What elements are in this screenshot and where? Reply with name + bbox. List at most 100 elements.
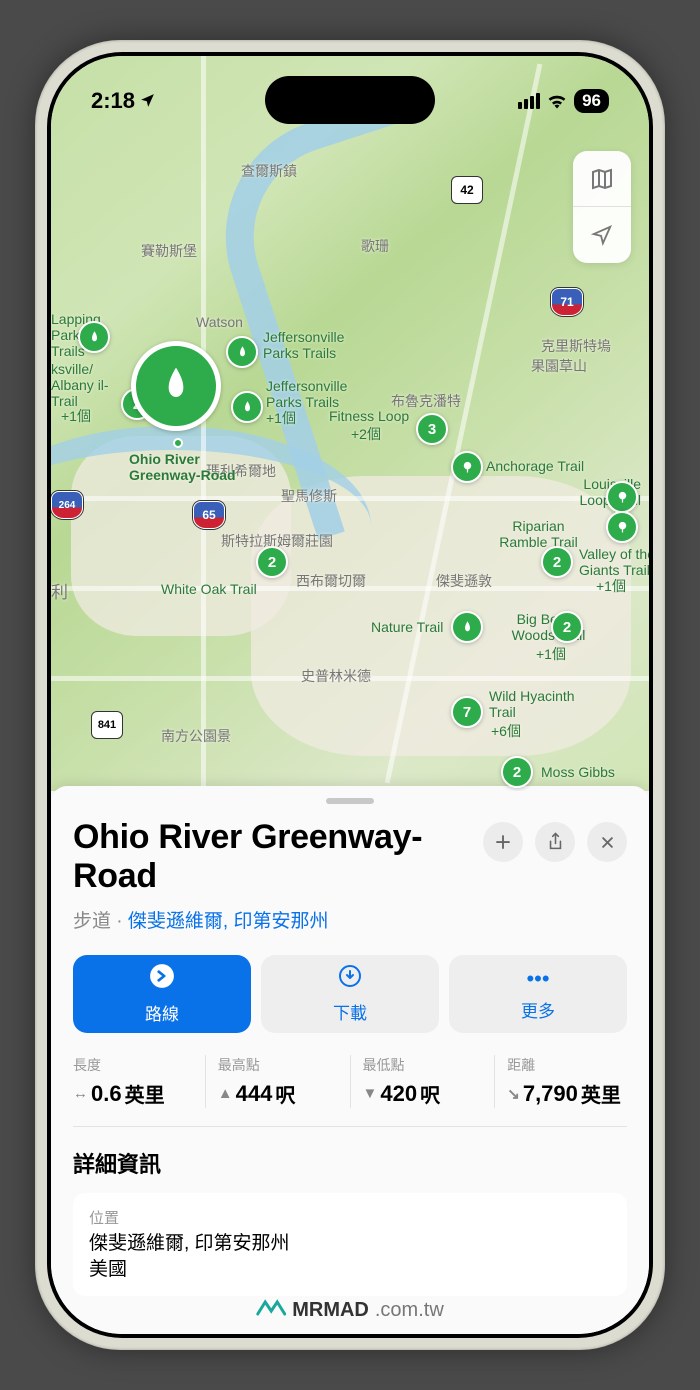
watermark: MRMAD.com.tw <box>256 1295 444 1326</box>
download-icon <box>338 964 362 994</box>
tree-icon <box>460 460 475 475</box>
trail-pin[interactable] <box>226 336 258 368</box>
stat-length: 長度 ↔0.6英里 <box>73 1055 206 1108</box>
trail-label-extra: +6個 <box>491 721 521 741</box>
dynamic-island <box>265 76 435 124</box>
map-place-label: 果園草山 <box>531 356 587 376</box>
stat-high: 最高點 ▲444呎 <box>206 1055 351 1108</box>
screen: 2:18 96 查爾斯鎮 賽勒斯堡 歌珊 Watson <box>51 56 649 1334</box>
map-place-label: 賽勒斯堡 <box>141 241 197 261</box>
map-place-label: 查爾斯鎮 <box>241 161 297 181</box>
map-controls <box>573 151 631 263</box>
map-place-label: 歌珊 <box>361 236 389 256</box>
trail-pin[interactable]: 7 <box>451 696 483 728</box>
share-icon <box>547 832 564 852</box>
trail-label-extra: +1個 <box>61 406 91 426</box>
trail-pin[interactable] <box>606 511 638 543</box>
trail-pin[interactable]: 2 <box>256 546 288 578</box>
trail-pin[interactable]: 2 <box>551 611 583 643</box>
close-icon <box>600 835 615 850</box>
trail-pin[interactable] <box>78 321 110 353</box>
map-place-label: 南方公園景 <box>161 726 231 746</box>
trail-icon <box>154 364 198 408</box>
trail-pin[interactable] <box>231 391 263 423</box>
map-place-label: 西布爾切爾 <box>296 571 366 591</box>
trail-label: ksville/ Albany il-Trail <box>51 361 121 409</box>
trail-label-extra: +1個 <box>596 576 626 596</box>
map-place-label: 傑斐遜敦 <box>436 571 492 591</box>
trail-icon <box>235 345 250 360</box>
trail-icon <box>240 400 255 415</box>
selected-trail-label: Ohio River Greenway-Road <box>129 451 249 483</box>
trail-pin[interactable]: 2 <box>541 546 573 578</box>
selected-location-dot <box>173 438 183 448</box>
location-arrow-icon <box>139 92 156 109</box>
trail-label: Anchorage Trail <box>486 458 584 474</box>
length-icon: ↔ <box>73 1085 88 1102</box>
trail-label: Jeffersonville Parks Trails <box>266 378 366 410</box>
more-button[interactable]: ••• 更多 <box>449 955 627 1033</box>
detail-card-location: 位置 傑斐遜維爾, 印第安那州 美國 <box>73 1193 627 1296</box>
plus-icon <box>494 833 512 851</box>
interstate-shield: 65 <box>193 501 225 529</box>
directions-button[interactable]: 路線 <box>73 955 251 1033</box>
tree-icon <box>615 490 630 505</box>
section-title: 詳細資訊 <box>73 1147 627 1179</box>
route-icon: ↘ <box>507 1085 520 1103</box>
trail-label-extra: +2個 <box>351 424 381 444</box>
trail-icon <box>460 620 475 635</box>
trail-label: Jeffersonville Parks Trails <box>263 329 363 361</box>
trail-pin[interactable] <box>606 481 638 513</box>
directions-icon <box>149 963 175 995</box>
trail-label: Nature Trail <box>371 619 443 635</box>
trail-label: Wild Hyacinth Trail <box>489 688 584 720</box>
map-place-label: 聖馬修斯 <box>281 486 337 506</box>
highway-shield: 841 <box>91 711 123 739</box>
trail-label: Fitness Loop <box>329 408 409 424</box>
trail-label-extra: +1個 <box>266 408 296 428</box>
battery-badge: 96 <box>574 89 609 113</box>
trail-label: Moss Gibbs <box>541 764 615 780</box>
trail-label: Riparian Ramble Trail <box>491 518 586 550</box>
add-button[interactable] <box>483 822 523 862</box>
wifi-icon <box>547 93 567 109</box>
signal-icon <box>518 93 540 109</box>
location-link[interactable]: 傑斐遜維爾, 印第安那州 <box>128 911 329 932</box>
locate-button[interactable] <box>573 207 631 263</box>
trail-pin[interactable]: 3 <box>416 413 448 445</box>
download-button[interactable]: 下載 <box>261 955 439 1033</box>
map-icon <box>590 167 614 191</box>
place-subtitle: 步道 · 傑斐遜維爾, 印第安那州 <box>73 906 627 933</box>
location-icon <box>591 224 613 246</box>
map-place-label: Watson <box>196 314 243 330</box>
place-title: Ohio River Greenway-Road <box>73 818 483 896</box>
trail-label-extra: +1個 <box>536 644 566 664</box>
trail-label: Valley of the Giants Trail <box>579 546 649 578</box>
trail-pin[interactable] <box>451 611 483 643</box>
more-icon: ••• <box>526 966 549 992</box>
trail-icon <box>87 330 102 345</box>
highway-shield: 42 <box>451 176 483 204</box>
map-area[interactable]: 查爾斯鎮 賽勒斯堡 歌珊 Watson 克里斯特塢 果園草山 布魯克潘特 瑪利希… <box>51 56 649 791</box>
share-button[interactable] <box>535 822 575 862</box>
sheet-grabber[interactable] <box>326 798 374 804</box>
place-card-sheet[interactable]: Ohio River Greenway-Road 步道 · 傑斐遜維爾, 印第安… <box>51 786 649 1334</box>
trail-pin[interactable]: 2 <box>501 756 533 788</box>
map-place-label: 利 <box>51 578 68 603</box>
stats-row: 長度 ↔0.6英里 最高點 ▲444呎 最低點 ▼420呎 距離 ↘7,790英… <box>73 1055 627 1127</box>
close-button[interactable] <box>587 822 627 862</box>
tree-icon <box>615 520 630 535</box>
map-mode-button[interactable] <box>573 151 631 207</box>
status-time: 2:18 <box>91 88 135 114</box>
watermark-logo-icon <box>256 1295 286 1326</box>
down-icon: ▼ <box>363 1085 378 1102</box>
trail-label: White Oak Trail <box>161 581 257 597</box>
selected-trail-pin[interactable] <box>131 341 221 431</box>
interstate-shield: 71 <box>551 288 583 316</box>
stat-low: 最低點 ▼420呎 <box>351 1055 496 1108</box>
phone-frame: 2:18 96 查爾斯鎮 賽勒斯堡 歌珊 Watson <box>35 40 665 1350</box>
up-icon: ▲ <box>218 1085 233 1102</box>
trail-pin[interactable] <box>451 451 483 483</box>
details-section: 詳細資訊 位置 傑斐遜維爾, 印第安那州 美國 <box>73 1147 627 1296</box>
interstate-shield: 264 <box>51 491 83 519</box>
